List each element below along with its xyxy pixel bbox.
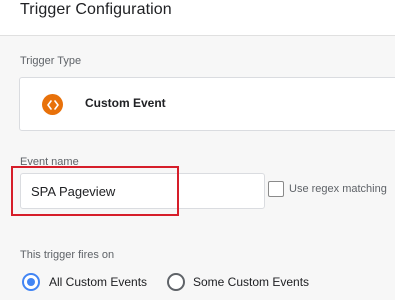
trigger-type-name: Custom Event bbox=[85, 96, 166, 110]
fires-on-label: This trigger fires on bbox=[20, 249, 115, 261]
radio-some-custom-events-label[interactable]: Some Custom Events bbox=[193, 275, 309, 289]
regex-checkbox-label[interactable]: Use regex matching bbox=[289, 183, 387, 195]
trigger-type-card[interactable]: Custom Event bbox=[19, 77, 395, 131]
page-title: Trigger Configuration bbox=[20, 1, 172, 18]
radio-some-custom-events[interactable] bbox=[167, 273, 185, 291]
trigger-type-label: Trigger Type bbox=[20, 55, 82, 67]
highlight-annotation-box bbox=[11, 166, 179, 216]
radio-all-custom-events-label[interactable]: All Custom Events bbox=[49, 275, 147, 289]
regex-checkbox[interactable] bbox=[268, 181, 284, 197]
custom-event-icon bbox=[42, 94, 63, 115]
panel-header: Trigger Configuration bbox=[0, 0, 395, 36]
radio-all-custom-events[interactable] bbox=[22, 273, 40, 291]
